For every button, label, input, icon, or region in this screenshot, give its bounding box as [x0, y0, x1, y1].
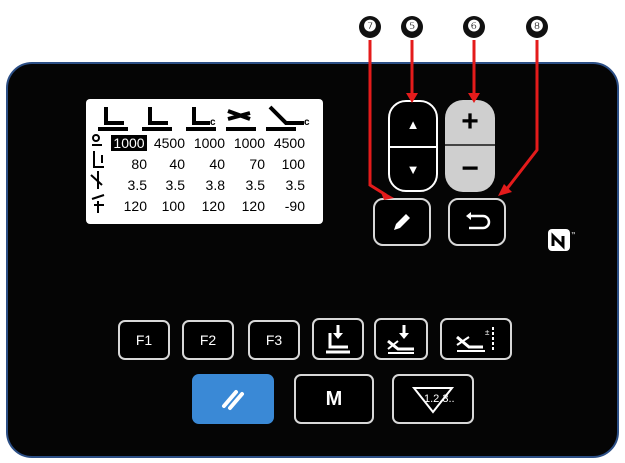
counter-label: 1.2.3.. — [424, 393, 455, 405]
return-icon — [466, 212, 491, 230]
stitch-adjust-button[interactable]: ± — [440, 318, 512, 360]
svg-text:c: c — [210, 117, 216, 128]
down-button[interactable]: ▼ — [390, 148, 436, 190]
svg-text:±: ± — [485, 328, 490, 337]
reset-button[interactable] — [192, 374, 274, 424]
nfc-icon: ™ — [548, 229, 575, 251]
svg-text:c: c — [304, 117, 310, 128]
lcd-value: 1000 — [233, 135, 265, 151]
lcd-value: 3.5 — [127, 177, 147, 193]
minus-icon: − — [461, 152, 479, 185]
lcd-header-icons: c c — [90, 103, 319, 133]
presser-foot-icons: c c — [98, 105, 310, 131]
mode-button[interactable]: M — [294, 374, 374, 424]
thread-trim-icon — [387, 325, 414, 354]
lcd-value: 3.5 — [285, 177, 305, 193]
lcd-value: 100 — [161, 198, 185, 214]
callout-5: ❺ — [401, 16, 423, 38]
lcd-value: 3.8 — [205, 177, 225, 193]
callout-8: ❽ — [526, 16, 548, 38]
lcd-value: -90 — [284, 198, 305, 214]
counter-button[interactable]: 1.2.3.. — [392, 374, 474, 424]
lcd-value: 40 — [169, 156, 185, 172]
lcd-display: c c 1000 4500 1000 1000 4500 80 40 40 70… — [86, 99, 323, 224]
f1-label: F1 — [135, 332, 153, 348]
thread-trim-button[interactable] — [374, 318, 428, 360]
return-button[interactable] — [448, 198, 506, 246]
plus-icon: + — [461, 105, 479, 138]
lcd-row-stitch: 3.5 3.5 3.8 3.5 3.5 — [86, 177, 323, 194]
minus-button[interactable]: − — [445, 146, 495, 192]
mode-label: M — [325, 387, 343, 410]
plus-button[interactable]: + — [445, 100, 495, 146]
lcd-row-lift: 80 40 40 70 100 — [86, 156, 323, 173]
callout-6: ❻ — [463, 16, 485, 38]
lcd-value-selected[interactable]: 1000 — [111, 135, 147, 151]
down-arrow-icon: ▼ — [406, 161, 420, 177]
slash-icon — [222, 390, 244, 410]
f2-label: F2 — [199, 332, 217, 348]
lcd-value: 1000 — [193, 135, 225, 151]
lcd-value: 3.5 — [245, 177, 265, 193]
lcd-value: 120 — [241, 198, 265, 214]
up-button[interactable]: ▲ — [390, 102, 436, 148]
lcd-row-tension: 120 100 120 120 -90 — [86, 198, 323, 215]
svg-text:™: ™ — [571, 231, 575, 238]
callout-7: ❼ — [359, 16, 381, 38]
lcd-value: 4500 — [273, 135, 305, 151]
stitch-adjust-icon: ± — [456, 327, 494, 352]
lcd-value: 120 — [201, 198, 225, 214]
lcd-value: 4500 — [153, 135, 185, 151]
presser-foot-down-icon — [326, 325, 350, 354]
lcd-value: 40 — [209, 156, 225, 172]
pencil-icon — [394, 214, 410, 230]
f3-label: F3 — [265, 332, 283, 348]
presser-foot-down-button[interactable] — [312, 318, 364, 360]
lcd-row-speed: 1000 4500 1000 1000 4500 — [86, 135, 323, 152]
f3-button[interactable]: F3 — [248, 320, 300, 360]
f2-button[interactable]: F2 — [182, 320, 234, 360]
up-arrow-icon: ▲ — [406, 116, 420, 132]
f1-button[interactable]: F1 — [118, 320, 170, 360]
lcd-value: 120 — [123, 198, 147, 214]
edit-button[interactable] — [373, 198, 431, 246]
up-down-key: ▲ ▼ — [388, 100, 438, 192]
lcd-value: 100 — [281, 156, 305, 172]
lcd-value: 70 — [249, 156, 265, 172]
lcd-value: 80 — [131, 156, 147, 172]
plus-minus-key: + − — [445, 100, 495, 192]
lcd-value: 3.5 — [165, 177, 185, 193]
